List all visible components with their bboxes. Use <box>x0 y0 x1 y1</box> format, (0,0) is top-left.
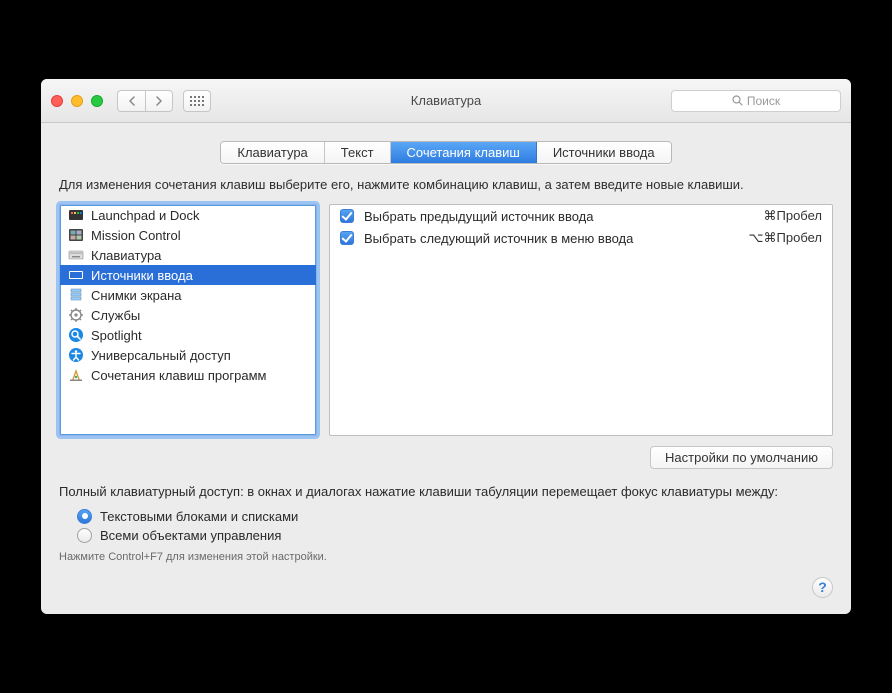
back-button[interactable] <box>117 90 145 112</box>
radio-button[interactable] <box>77 528 92 543</box>
category-label: Службы <box>91 308 140 323</box>
nav-buttons <box>117 90 173 112</box>
services-icon <box>68 307 84 323</box>
shortcut-list[interactable]: Выбрать предыдущий источник ввода ⌘Пробел… <box>329 204 833 436</box>
fka-option[interactable]: Текстовыми блоками и списками <box>77 509 833 524</box>
launchpad-icon <box>68 207 84 223</box>
category-label: Клавиатура <box>91 248 161 263</box>
category-item[interactable]: Клавиатура <box>60 245 316 265</box>
category-label: Mission Control <box>91 228 181 243</box>
accessibility-icon <box>68 347 84 363</box>
tab-0[interactable]: Клавиатура <box>221 142 324 163</box>
help-button[interactable]: ? <box>812 577 833 598</box>
panes: Launchpad и Dock Mission Control Клавиатур… <box>59 204 833 436</box>
shortcut-keys[interactable]: ⌥⌘Пробел <box>749 230 822 246</box>
radio-button[interactable] <box>77 509 92 524</box>
tab-3[interactable]: Источники ввода <box>537 142 671 163</box>
category-label: Снимки экрана <box>91 288 182 303</box>
category-item[interactable]: Сочетания клавиш программ <box>60 365 316 385</box>
tab-1[interactable]: Текст <box>325 142 391 163</box>
category-item[interactable]: Службы <box>60 305 316 325</box>
fka-option[interactable]: Всеми объектами управления <box>77 528 833 543</box>
keyboard-icon <box>68 247 84 263</box>
category-item[interactable]: Mission Control <box>60 225 316 245</box>
category-item[interactable]: Spotlight <box>60 325 316 345</box>
zoom-button[interactable] <box>91 95 103 107</box>
instructions-text: Для изменения сочетания клавиш выберите … <box>59 176 833 194</box>
category-item[interactable]: Источники ввода <box>60 265 316 285</box>
shortcut-checkbox[interactable] <box>340 231 354 245</box>
fka-option-label: Текстовыми блоками и списками <box>100 509 298 524</box>
search-field[interactable]: Поиск <box>671 90 841 112</box>
search-icon <box>732 95 743 106</box>
restore-defaults-button[interactable]: Настройки по умолчанию <box>650 446 833 469</box>
tab-bar: КлавиатураТекстСочетания клавишИсточники… <box>59 141 833 164</box>
mission-control-icon <box>68 227 84 243</box>
category-label: Spotlight <box>91 328 142 343</box>
category-item[interactable]: Launchpad и Dock <box>60 205 316 225</box>
spotlight-icon <box>68 327 84 343</box>
close-button[interactable] <box>51 95 63 107</box>
shortcut-keys[interactable]: ⌘Пробел <box>764 208 823 224</box>
category-label: Сочетания клавиш программ <box>91 368 266 383</box>
category-list[interactable]: Launchpad и Dock Mission Control Клавиатур… <box>59 204 317 436</box>
minimize-button[interactable] <box>71 95 83 107</box>
forward-button[interactable] <box>145 90 173 112</box>
category-item[interactable]: Снимки экрана <box>60 285 316 305</box>
search-placeholder: Поиск <box>747 94 780 108</box>
tab-2[interactable]: Сочетания клавиш <box>391 142 537 163</box>
category-label: Источники ввода <box>91 268 193 283</box>
fka-option-label: Всеми объектами управления <box>100 528 281 543</box>
window-controls <box>51 95 103 107</box>
category-label: Универсальный доступ <box>91 348 231 363</box>
screenshots-icon <box>68 287 84 303</box>
category-label: Launchpad и Dock <box>91 208 199 223</box>
titlebar: Клавиатура Поиск <box>41 79 851 123</box>
input-sources-icon <box>68 267 84 283</box>
shortcut-label: Выбрать предыдущий источник ввода <box>364 209 754 224</box>
show-all-button[interactable] <box>183 90 211 112</box>
content-area: КлавиатураТекстСочетания клавишИсточники… <box>41 123 851 613</box>
shortcut-checkbox[interactable] <box>340 209 354 223</box>
shortcut-row[interactable]: Выбрать предыдущий источник ввода ⌘Пробел <box>330 205 832 227</box>
shortcut-label: Выбрать следующий источник в меню ввода <box>364 231 739 246</box>
app-shortcuts-icon <box>68 367 84 383</box>
category-item[interactable]: Универсальный доступ <box>60 345 316 365</box>
fka-hint: Нажмите Control+F7 для изменения этой на… <box>59 551 833 563</box>
shortcut-row[interactable]: Выбрать следующий источник в меню ввода ⌥… <box>330 227 832 249</box>
full-keyboard-access-text: Полный клавиатурный доступ: в окнах и ди… <box>59 483 833 501</box>
preferences-window: Клавиатура Поиск КлавиатураТекстСочетани… <box>41 79 851 613</box>
